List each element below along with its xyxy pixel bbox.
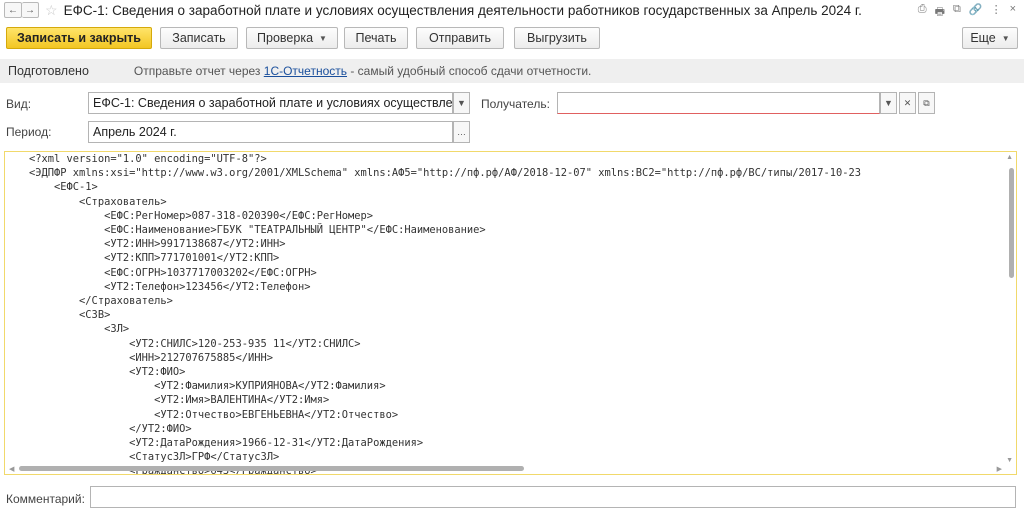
command-bar: Записать и закрыть Записать Проверка ▼ Пе… [0,27,1024,51]
comment-label: Комментарий: [6,492,85,506]
kind-label: Вид: [6,97,32,111]
xml-line: </УТ2:ФИО> [29,422,192,435]
xml-line: <УТ2:КПП>771701001</УТ2:КПП> [29,252,280,265]
print-icon[interactable]: 🖶 [935,3,945,22]
menu-icon[interactable]: ⋮ [991,3,1002,22]
hint-text-after: - самый удобный способ сдачи отчетности. [347,64,592,78]
period-label: Период: [6,125,52,139]
xml-line: <СЗВ> [29,309,111,322]
xml-line: <УТ2:Отчество>ЕВГЕНЬЕВНА</УТ2:Отчество> [29,408,399,421]
link-icon[interactable]: 🔗 [969,3,983,22]
xml-line: <ИНН>212707675885</ИНН> [29,351,273,364]
period-select-button[interactable]: … [453,121,470,143]
xml-line: <УТ2:СНИЛС>120-253-935 11</УТ2:СНИЛС> [29,337,361,350]
xml-line: <УТ2:ДатаРождения>1966-12-31</УТ2:ДатаРо… [29,437,424,450]
xml-line: <ЕФС-1> [29,181,98,194]
scroll-left-icon[interactable]: ◀ [9,465,14,473]
status-label: Подготовлено [8,64,89,78]
window-title: ЕФС-1: Сведения о заработной плате и усл… [63,2,864,18]
xml-line: <?xml version="1.0" encoding="UTF-8"?> [29,153,267,165]
xml-line: <УТ2:Телефон>123456</УТ2:Телефон> [29,280,311,293]
period-field[interactable]: Апрель 2024 г. [88,121,453,143]
xml-line: <УТ2:Имя>ВАЛЕНТИНА</УТ2:Имя> [29,394,330,407]
xml-line: <УТ2:Фамилия>КУПРИЯНОВА</УТ2:Фамилия> [29,380,386,393]
xml-editor[interactable]: <?xml version="1.0" encoding="UTF-8"?> <Э… [4,151,1017,475]
save-and-close-button[interactable]: Записать и закрыть [6,27,152,49]
preview-icon[interactable]: ⧉ [953,3,961,22]
xml-line: <ЕФС:Наименование>ГБУК "ТЕАТРАЛЬНЫЙ ЦЕНТ… [29,224,486,237]
recipient-open-button[interactable]: ⧉ [918,92,935,114]
status-bar: Подготовлено Отправьте отчет через 1С-От… [0,59,1024,83]
chevron-down-icon: ▼ [1001,33,1010,43]
xml-line: <ЗЛ> [29,323,130,336]
open-icon: ⧉ [923,97,930,108]
chevron-down-icon: ▼ [319,33,327,43]
xml-text[interactable]: <?xml version="1.0" encoding="UTF-8"?> <Э… [29,152,862,474]
reporting-link[interactable]: 1С-Отчетность [264,64,347,78]
forward-button[interactable]: → [22,2,39,18]
forward-arrow-icon: → [25,4,35,16]
scroll-right-icon[interactable]: ▶ [997,465,1002,473]
export-button[interactable]: Выгрузить [514,27,600,49]
vertical-scrollbar[interactable] [1009,168,1014,278]
check-button-label: Проверка [257,31,314,45]
xml-line: <ЕФС:ОГРН>1037717003202</ЕФС:ОГРН> [29,266,317,279]
print-button[interactable]: Печать [344,27,408,49]
back-arrow-icon: ← [8,4,18,16]
window-controls: ⎙ 🖶 ⧉ 🔗 ⋮ × [918,3,1016,22]
recipient-field[interactable] [557,92,880,114]
hint-text-before: Отправьте отчет через [133,64,264,78]
kind-field[interactable]: ЕФС-1: Сведения о заработной плате и усл… [88,92,453,114]
close-icon[interactable]: × [1010,3,1016,22]
xml-line: <ЕФС:РегНомер>087-318-020390</ЕФС:РегНом… [29,209,374,222]
chevron-down-icon: ▼ [457,98,466,108]
recipient-dropdown-button[interactable]: ▼ [880,92,897,114]
scroll-down-icon[interactable]: ▼ [1006,457,1013,464]
chevron-down-icon: ▼ [884,98,893,108]
favorite-star-icon[interactable]: ☆ [45,2,58,19]
ellipsis-icon: … [457,127,466,137]
save-document-icon[interactable]: ⎙ [918,3,927,22]
xml-line: <СтатусЗЛ>ГРФ</СтатусЗЛ> [29,451,280,464]
clear-icon: ✕ [903,97,912,108]
scroll-up-icon[interactable]: ▲ [1006,154,1013,161]
check-button[interactable]: Проверка ▼ [246,27,338,49]
title-bar: ← → ☆ ЕФС-1: Сведения о заработной плате… [0,0,1024,20]
xml-line: <Страхователь> [29,195,167,208]
save-button[interactable]: Записать [160,27,238,49]
kind-dropdown-button[interactable]: ▼ [453,92,470,114]
status-hint: Отправьте отчет через 1С-Отчетность - са… [134,64,591,78]
more-button[interactable]: Еще ▼ [962,27,1018,49]
xml-line: <УТ2:ФИО> [29,366,186,379]
horizontal-scrollbar[interactable] [19,466,524,471]
xml-line: <ЭДПФР xmlns:xsi="http://www.w3.org/2001… [29,167,862,180]
xml-line: <УТ2:ИНН>9917138687</УТ2:ИНН> [29,238,286,251]
more-button-label: Еще [970,31,996,45]
back-button[interactable]: ← [4,2,22,18]
send-button[interactable]: Отправить [416,27,504,49]
comment-field[interactable] [90,486,1016,508]
recipient-clear-button[interactable]: ✕ [899,92,916,114]
xml-line: </Страхователь> [29,295,173,308]
recipient-label: Получатель: [481,97,550,111]
